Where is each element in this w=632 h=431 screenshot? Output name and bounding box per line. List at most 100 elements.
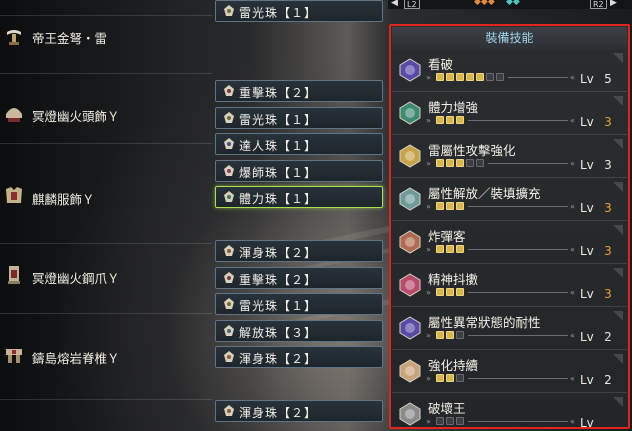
panel-title: 裝備技能: [392, 27, 627, 49]
bar-start-cap-icon: »: [426, 288, 431, 297]
decoration-label: 渾身珠【２】: [239, 406, 318, 420]
decoration-slot[interactable]: 解放珠【３】: [215, 320, 383, 342]
decoration-slot[interactable]: 渾身珠【２】: [215, 346, 383, 368]
row-divider: [392, 220, 627, 221]
l2-button[interactable]: L2: [404, 0, 420, 9]
skill-row[interactable]: 雷屬性攻擊強化» « Lv 3: [392, 137, 627, 178]
skill-level: Lv 3: [580, 244, 612, 258]
decoration-jewel-icon: [224, 245, 234, 256]
decoration-jewel-icon: [224, 298, 234, 309]
skill-row[interactable]: 屬性異常狀態的耐性» « Lv 2: [392, 309, 627, 350]
equipment-row-arms[interactable]: 冥燈幽火鋼爪Ｙ: [0, 244, 212, 314]
skill-level: Lv 3: [580, 287, 612, 301]
level-label: Lv: [580, 244, 594, 258]
bar-end-cap-icon: «: [570, 331, 575, 340]
decoration-slot[interactable]: 渾身珠【２】: [215, 400, 383, 422]
level-pip-filled: [456, 159, 464, 167]
equipment-row-helmet[interactable]: 冥燈幽火頭飾Ｙ: [0, 74, 212, 144]
level-value: 3: [604, 287, 612, 301]
level-pip-empty: [456, 374, 464, 382]
decoration-jewel-icon: [224, 405, 234, 416]
equipment-list: 帝王金弩・雷 冥燈幽火頭飾Ｙ 麒麟服飾Ｙ 冥燈幽火鋼爪Ｙ 鑄島熔岩脊椎Ｙ: [0, 0, 212, 431]
skill-row[interactable]: 體力增強» « Lv 3: [392, 94, 627, 135]
skill-gem-icon: [399, 402, 421, 426]
equipped-skills-panel: 裝備技能 看破» «Lv 5 體力增強» «Lv 3 雷屬性攻擊強化» «Lv 3 屬性解放／裝填…: [390, 25, 629, 429]
row-divider: [392, 263, 627, 264]
bar-end-cap-icon: «: [570, 245, 575, 254]
level-pip-filled: [456, 73, 464, 81]
equipment-row-chest[interactable]: 麒麟服飾Ｙ: [0, 144, 212, 244]
level-pip-empty: [486, 73, 494, 81]
equipment-row-weapon-top[interactable]: [0, 0, 212, 16]
decoration-slot[interactable]: 雷光珠【１】: [215, 293, 383, 315]
skill-row[interactable]: 強化持續» « Lv 2: [392, 352, 627, 393]
level-value: 5: [604, 72, 612, 86]
skill-name: 屬性解放／裝填擴充: [428, 186, 541, 201]
bar-start-cap-icon: »: [426, 116, 431, 125]
bar-end-cap-icon: «: [570, 73, 575, 82]
level-pip-filled: [446, 331, 454, 339]
skill-gem-icon: [399, 144, 421, 168]
skill-level: Lv 2: [580, 330, 612, 344]
decoration-slot-selected[interactable]: 體力珠【１】: [215, 186, 383, 208]
skill-level: Lv 2: [580, 373, 612, 387]
corner-marker: [613, 182, 623, 192]
equipment-row-legs[interactable]: [0, 400, 212, 431]
bar-track: [468, 335, 568, 336]
skill-name: 炸彈客: [428, 229, 466, 244]
skill-gem-icon: [399, 187, 421, 211]
chevron-right-icon[interactable]: ▶: [610, 0, 617, 8]
skill-row[interactable]: 精神抖擻» « Lv 3: [392, 266, 627, 307]
bar-track: [468, 249, 568, 250]
bar-end-cap-icon: «: [570, 159, 575, 168]
bar-track: [468, 206, 568, 207]
arm-armor-icon: [8, 266, 20, 284]
equipment-row-waist[interactable]: 鑄島熔岩脊椎Ｙ: [0, 314, 212, 400]
skill-row[interactable]: 炸彈客» « Lv 3: [392, 223, 627, 264]
decoration-slot[interactable]: 爆師珠【１】: [215, 160, 383, 182]
level-pip-filled: [436, 116, 444, 124]
decoration-jewel-icon: [224, 112, 234, 123]
decoration-slot[interactable]: 雷光珠【１】: [215, 0, 383, 22]
skill-gem-icon: [399, 359, 421, 383]
level-label: Lv: [580, 115, 594, 129]
level-pip-filled: [436, 245, 444, 253]
skill-name: 破壞王: [428, 401, 466, 416]
bar-track: [468, 378, 568, 379]
r2-button[interactable]: R2: [590, 0, 607, 9]
skill-indicator-icon: ◆◆: [506, 0, 520, 7]
decoration-label: 雷光珠【１】: [239, 6, 318, 20]
chevron-left-icon[interactable]: ◀: [391, 0, 398, 8]
skill-row[interactable]: 看破» « Lv 5: [392, 51, 627, 92]
skill-level: Lv 3: [580, 201, 612, 215]
level-label: Lv: [580, 373, 594, 387]
decoration-slot[interactable]: 雷光珠【１】: [215, 107, 383, 129]
bar-start-cap-icon: »: [426, 374, 431, 383]
decoration-slot[interactable]: 渾身珠【２】: [215, 240, 383, 262]
decoration-slot[interactable]: 達人珠【１】: [215, 133, 383, 155]
skill-row[interactable]: 屬性解放／裝填擴充» « Lv 3: [392, 180, 627, 221]
decoration-label: 達人珠【１】: [239, 139, 318, 153]
level-pip-filled: [466, 73, 474, 81]
equipment-name: 帝王金弩・雷: [32, 31, 108, 46]
decoration-slot[interactable]: 重擊珠【２】: [215, 80, 383, 102]
level-pip-empty: [446, 417, 454, 425]
level-value: 3: [604, 158, 612, 172]
level-pip-empty: [436, 417, 444, 425]
equipment-row-weapon[interactable]: 帝王金弩・雷: [0, 16, 212, 74]
skill-gem-icon: [399, 316, 421, 340]
skill-gem-icon: [399, 58, 421, 82]
chest-armor-icon: [6, 187, 22, 203]
decoration-jewel-icon: [224, 85, 234, 96]
level-label: Lv: [580, 287, 594, 301]
level-pip-empty: [476, 159, 484, 167]
level-pip-filled: [436, 202, 444, 210]
level-pip-filled: [436, 374, 444, 382]
corner-marker: [613, 53, 623, 63]
skill-row[interactable]: 破壞王» « Lv: [392, 395, 627, 429]
corner-marker: [613, 96, 623, 106]
decoration-slot[interactable]: 重擊珠【２】: [215, 267, 383, 289]
level-pip-filled: [436, 331, 444, 339]
bar-track: [468, 120, 568, 121]
skill-level: Lv 5: [580, 72, 612, 86]
